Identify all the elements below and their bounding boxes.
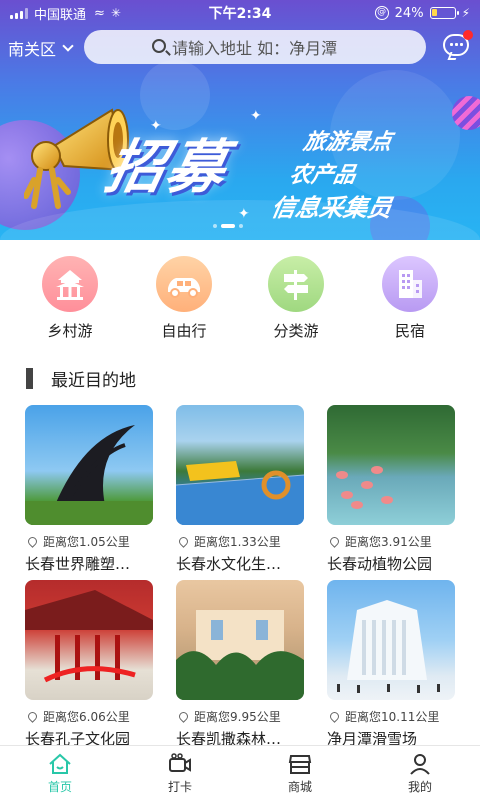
nav-checkin[interactable]: 打卡 [140, 746, 220, 800]
location-pin-icon [177, 710, 190, 723]
location-lock-icon: @ [374, 6, 389, 20]
location-pin-icon [177, 535, 190, 548]
building-icon [382, 256, 438, 312]
category-row: 乡村游 自由行 分类游 民宿 [0, 256, 480, 346]
battery-percent: 24% [394, 5, 424, 21]
user-icon [408, 753, 432, 775]
carrier-name: 中国联通 [34, 7, 87, 23]
category-label: 民宿 [394, 322, 425, 340]
city-label: 南关区 [8, 40, 57, 59]
banner-title[interactable]: 招募 [99, 120, 237, 204]
section-marker [26, 368, 33, 389]
destination-name: 长春水文化生… [176, 555, 282, 573]
category-themed-tour[interactable]: 分类游 [256, 256, 336, 341]
location-pin-icon [26, 710, 39, 723]
sparkle-icon: ✦ [250, 108, 262, 124]
location-pin-icon [328, 535, 341, 548]
destination-card[interactable]: 距离您1.05公里 长春世界雕塑… [25, 405, 153, 574]
car-icon [156, 256, 212, 312]
shop-icon [288, 753, 312, 775]
location-pin-icon [328, 710, 341, 723]
battery-level-fill [431, 9, 437, 16]
destination-distance: 距离您6.06公里 [43, 710, 130, 724]
status-bar: 中国联通 ≈ ✳ 下午2:34 @ 24% ⚡ [0, 0, 480, 26]
destination-distance: 距离您1.05公里 [43, 535, 130, 549]
destination-name: 长春世界雕塑… [25, 555, 131, 573]
search-input[interactable]: 请输入地址 如：净月潭 [84, 30, 426, 64]
category-free-travel[interactable]: 自由行 [144, 256, 224, 341]
banner-line-2: 农产品 [287, 163, 358, 188]
destination-photo [25, 580, 153, 700]
carousel-dot[interactable] [239, 224, 243, 228]
destination-card[interactable]: 距离您3.91公里 长春动植物公园 [327, 405, 455, 574]
wifi-icon: ≈ [94, 5, 105, 21]
destination-photo [327, 405, 455, 525]
category-label: 自由行 [161, 322, 207, 340]
destination-distance: 距离您10.11公里 [345, 710, 440, 724]
destination-distance: 距离您9.95公里 [194, 710, 281, 724]
location-pin-icon [26, 535, 39, 548]
pavilion-icon [42, 256, 98, 312]
loading-icon: ✳ [110, 6, 121, 20]
charging-icon: ⚡ [461, 6, 470, 20]
city-selector[interactable]: 南关区 [8, 36, 74, 60]
nav-home[interactable]: 首页 [20, 746, 100, 800]
destination-card[interactable]: 距离您1.33公里 长春水文化生… [176, 405, 304, 574]
carousel-dot[interactable] [213, 224, 217, 228]
nav-label: 首页 [47, 780, 72, 794]
signpost-icon [268, 256, 324, 312]
banner-bubble [452, 96, 480, 130]
destination-name: 长春动植物公园 [327, 555, 433, 573]
carousel-dot[interactable] [221, 224, 235, 228]
nav-label: 商城 [287, 780, 312, 794]
notification-badge [463, 30, 473, 40]
destination-distance: 距离您3.91公里 [345, 535, 432, 549]
nav-shop[interactable]: 商城 [260, 746, 340, 800]
section-header: 最近目的地 [26, 366, 136, 391]
message-button[interactable] [443, 30, 473, 56]
category-label: 分类游 [273, 322, 319, 340]
category-homestay[interactable]: 民宿 [370, 256, 450, 341]
search-icon [152, 39, 166, 53]
chat-bubble-icon [449, 43, 463, 46]
battery-icon [429, 7, 459, 19]
bottom-nav: 首页 打卡 商城 我的 [0, 745, 480, 800]
nav-profile[interactable]: 我的 [380, 746, 460, 800]
search-placeholder: 请输入地址 如：净月潭 [172, 39, 338, 58]
carousel-indicator[interactable] [213, 224, 243, 228]
sparkle-icon: ✦ [238, 206, 250, 222]
destination-photo [25, 405, 153, 525]
destination-card[interactable]: 距离您6.06公里 长春孔子文化园 [25, 580, 153, 749]
category-label: 乡村游 [47, 322, 93, 340]
category-rural-tour[interactable]: 乡村游 [30, 256, 110, 341]
destination-distance: 距离您1.33公里 [194, 535, 281, 549]
header-banner-area: 中国联通 ≈ ✳ 下午2:34 @ 24% ⚡ 南关区 请输入地址 如：净月潭 [0, 0, 480, 240]
nav-label: 打卡 [167, 780, 192, 794]
destination-photo [176, 405, 304, 525]
destination-card[interactable]: 距离您10.11公里 净月潭滑雪场 [327, 580, 455, 749]
destination-card[interactable]: 距离您9.95公里 长春凯撒森林… [176, 580, 304, 749]
section-title: 最近目的地 [51, 371, 136, 391]
destination-photo [176, 580, 304, 700]
banner-line-3: 信息采集员 [269, 194, 395, 222]
home-icon [48, 753, 72, 775]
chevron-down-icon [62, 40, 74, 52]
banner-line-1: 旅游景点 [301, 130, 394, 155]
nav-label: 我的 [407, 780, 432, 794]
camera-icon [168, 753, 192, 775]
destination-photo [327, 580, 455, 700]
signal-icon [10, 7, 28, 19]
